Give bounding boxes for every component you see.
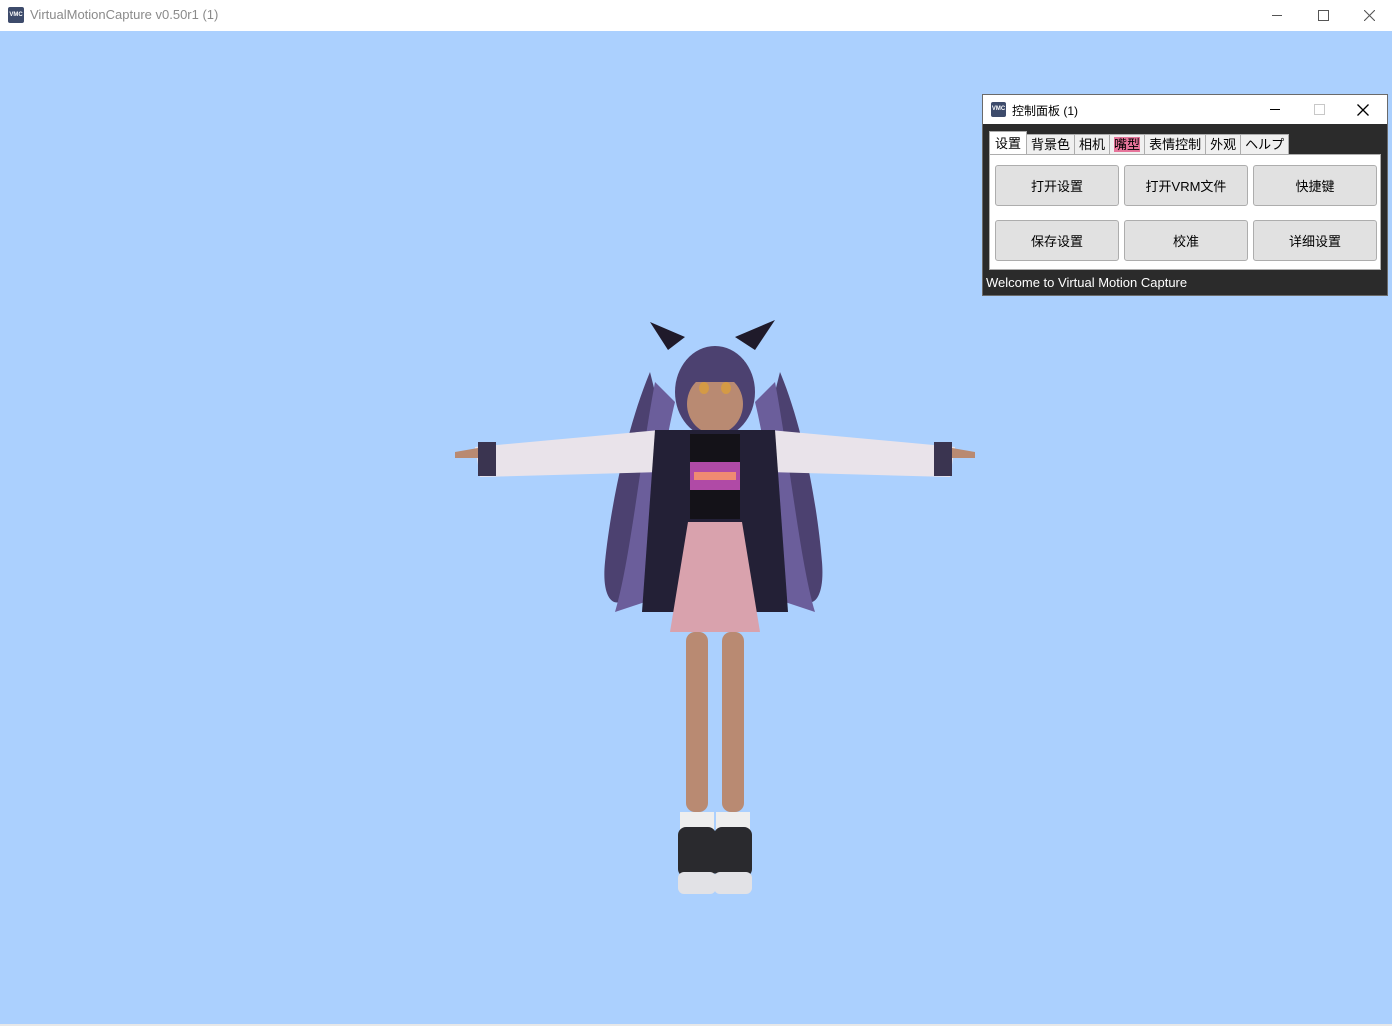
panel-minimize-button[interactable] — [1253, 95, 1297, 124]
close-button[interactable] — [1346, 0, 1392, 31]
vmc-app-icon: VMC — [8, 7, 24, 23]
tab-strip: 设置 背景色 相机 嘴型 表情控制 外观 ヘルプ — [989, 131, 1290, 154]
tab-expression-control[interactable]: 表情控制 — [1144, 134, 1207, 154]
minimize-icon — [1269, 109, 1280, 110]
panel-maximize-button — [1297, 95, 1341, 124]
control-panel-window[interactable]: VMC 控制面板 (1) 设置 背景色 相机 嘴型 表情控制 外观 ヘルプ 打开… — [982, 94, 1388, 296]
tab-settings[interactable]: 设置 — [989, 131, 1028, 154]
tab-lip-sync[interactable]: 嘴型 — [1109, 134, 1146, 154]
close-icon — [1357, 103, 1369, 116]
vrm-avatar — [455, 320, 975, 894]
main-titlebar[interactable]: VMC VirtualMotionCapture v0.50r1 (1) — [0, 0, 1392, 32]
minimize-icon — [1271, 15, 1282, 16]
settings-tab-page: 打开设置 打开VRM文件 快捷键 保存设置 校准 详细设置 — [989, 154, 1381, 270]
shortcut-keys-button[interactable]: 快捷键 — [1253, 165, 1377, 206]
tab-camera[interactable]: 相机 — [1074, 134, 1111, 154]
window-title: VirtualMotionCapture v0.50r1 (1) — [30, 7, 219, 22]
control-panel-title: 控制面板 (1) — [1012, 104, 1079, 118]
tab-lip-sync-label: 嘴型 — [1114, 137, 1141, 152]
open-vrm-file-button[interactable]: 打开VRM文件 — [1124, 165, 1248, 206]
control-panel-titlebar[interactable]: VMC 控制面板 (1) — [983, 95, 1387, 124]
maximize-icon — [1317, 10, 1329, 21]
tab-help[interactable]: ヘルプ — [1240, 134, 1290, 154]
close-icon — [1363, 10, 1375, 21]
tab-appearance[interactable]: 外观 — [1205, 134, 1242, 154]
panel-close-button[interactable] — [1341, 95, 1385, 124]
minimize-button[interactable] — [1254, 0, 1300, 31]
advanced-settings-button[interactable]: 详细设置 — [1253, 220, 1377, 261]
tab-background-color[interactable]: 背景色 — [1026, 134, 1076, 154]
status-text: Welcome to Virtual Motion Capture — [986, 275, 1188, 290]
maximize-icon — [1313, 104, 1325, 115]
save-settings-button[interactable]: 保存设置 — [995, 220, 1119, 261]
calibrate-button[interactable]: 校准 — [1124, 220, 1248, 261]
maximize-button[interactable] — [1300, 0, 1346, 31]
open-settings-button[interactable]: 打开设置 — [995, 165, 1119, 206]
vmc-app-icon: VMC — [991, 102, 1006, 117]
